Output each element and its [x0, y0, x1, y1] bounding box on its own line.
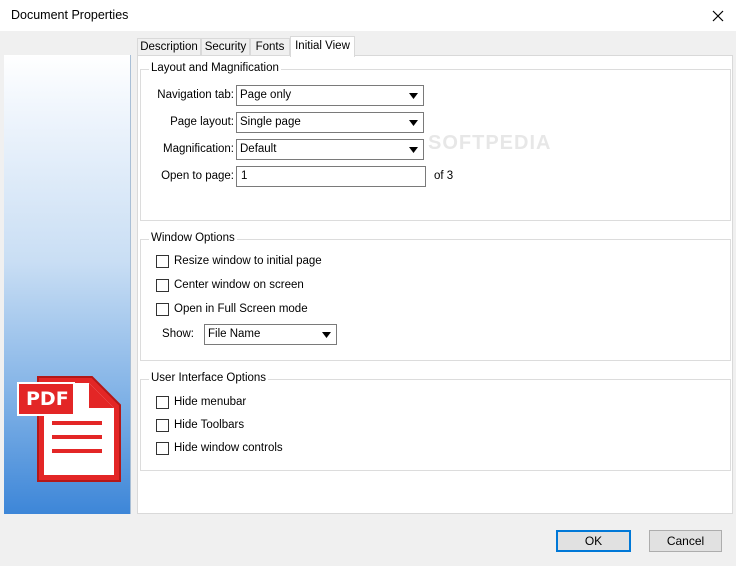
dropdown-arrow-icon [405, 114, 422, 131]
checkbox-box[interactable] [156, 254, 169, 268]
checkbox-box[interactable] [156, 302, 169, 316]
checkbox-box[interactable] [156, 395, 169, 409]
checkbox-box[interactable] [156, 441, 169, 455]
show-select[interactable]: File Name [204, 324, 337, 345]
show-label: Show: [162, 328, 194, 340]
tab-security[interactable]: Security [201, 38, 250, 56]
close-icon [712, 10, 724, 21]
full-screen-checkbox[interactable]: Open in Full Screen mode [156, 302, 308, 316]
open-to-page-input[interactable]: 1 [236, 166, 426, 187]
page-layout-label: Page layout: [170, 116, 234, 128]
open-to-page-label: Open to page: [161, 170, 234, 182]
side-panel: PDF [4, 55, 131, 514]
center-window-checkbox[interactable]: Center window on screen [156, 278, 304, 292]
checkbox-box[interactable] [156, 418, 169, 432]
dropdown-arrow-icon [405, 141, 422, 158]
navigation-tab-label: Navigation tab: [157, 89, 234, 101]
resize-window-checkbox[interactable]: Resize window to initial page [156, 254, 322, 268]
tab-description[interactable]: Description [137, 38, 201, 56]
cancel-button[interactable]: Cancel [649, 530, 722, 552]
hide-toolbars-checkbox[interactable]: Hide Toolbars [156, 418, 244, 432]
close-button[interactable] [700, 0, 736, 31]
group-title: Window Options [149, 232, 237, 244]
magnification-select[interactable]: Default [236, 139, 424, 160]
dropdown-arrow-icon [405, 87, 422, 104]
hide-window-controls-checkbox[interactable]: Hide window controls [156, 441, 283, 455]
tab-initial-view[interactable]: Initial View [290, 36, 355, 57]
ok-button[interactable]: OK [556, 530, 631, 552]
window-title: Document Properties [11, 8, 129, 22]
checkbox-box[interactable] [156, 278, 169, 292]
layout-magnification-group: Layout and Magnification Navigation tab:… [140, 62, 731, 221]
navigation-tab-select[interactable]: Page only [236, 85, 424, 106]
magnification-label: Magnification: [163, 143, 234, 155]
group-title: User Interface Options [149, 372, 269, 384]
window-options-group: Window Options Resize window to initial … [140, 232, 731, 361]
page-count-text: of 3 [434, 170, 454, 182]
page-layout-select[interactable]: Single page [236, 112, 424, 133]
title-bar: Document Properties [0, 0, 736, 31]
pdf-file-icon: PDF [16, 373, 126, 492]
hide-menubar-checkbox[interactable]: Hide menubar [156, 395, 246, 409]
user-interface-options-group: User Interface Options Hide menubar Hide… [140, 372, 731, 471]
dropdown-arrow-icon [318, 326, 335, 343]
tab-panel-initial-view: SOFTPEDIA Layout and Magnification Navig… [137, 55, 733, 514]
tab-fonts[interactable]: Fonts [250, 38, 290, 56]
group-title: Layout and Magnification [149, 62, 281, 74]
pdf-icon-text: PDF [26, 388, 69, 410]
